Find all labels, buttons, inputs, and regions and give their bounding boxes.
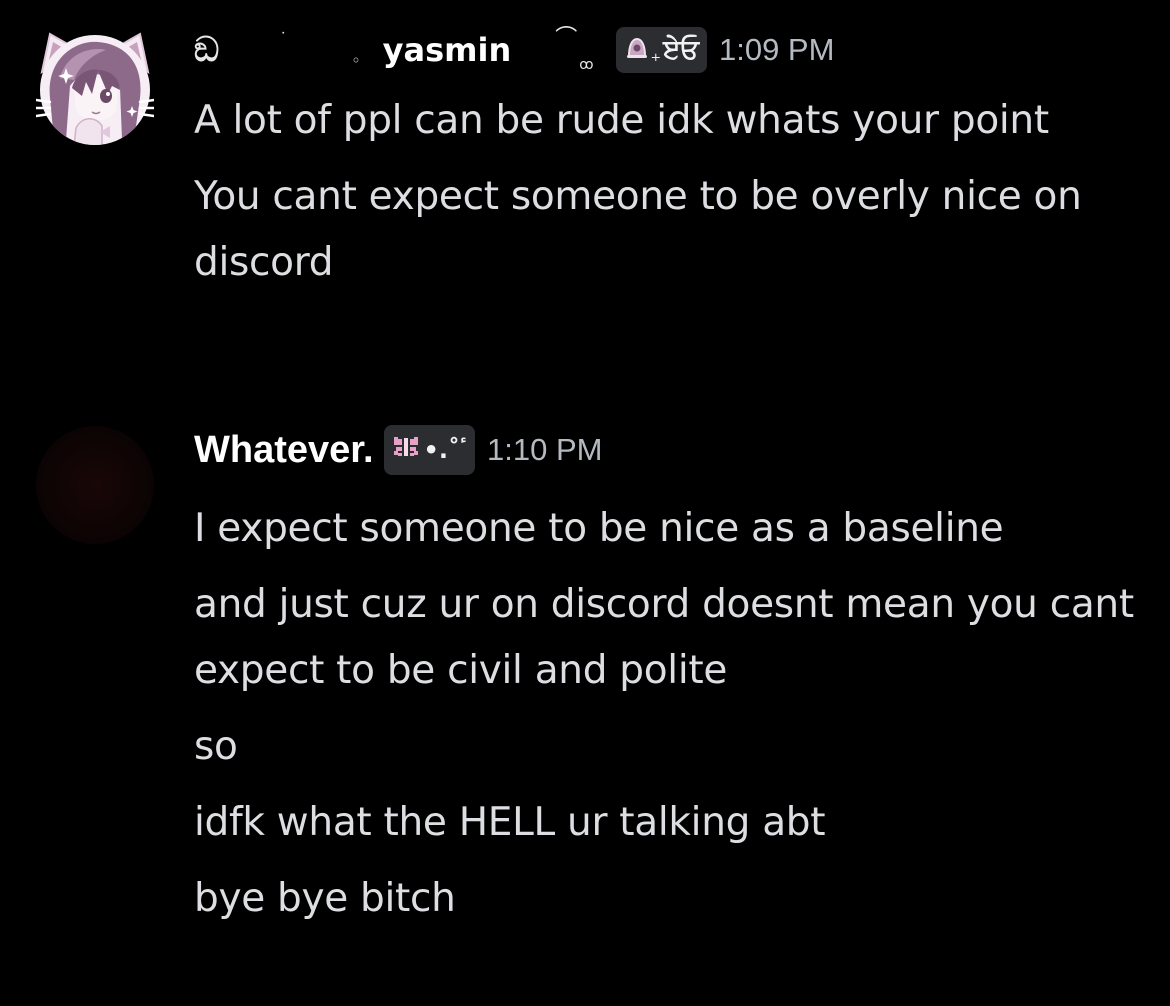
server-tag-badge[interactable]: •.˚ٴ	[383, 425, 476, 475]
username-deco-circle: ◦	[351, 50, 361, 70]
avatar[interactable]	[36, 426, 154, 544]
butterfly-icon	[392, 434, 420, 467]
message-body: I expect someone to be nice as a baselin…	[194, 496, 1144, 942]
message-header: Whatever. •.˚ٴ 1:10 PM	[194, 420, 602, 480]
username-prefix-glyph: ඞ	[194, 30, 220, 70]
timestamp[interactable]: 1:09 PM	[719, 32, 834, 68]
message-text: A lot of ppl can be rude idk whats your …	[194, 98, 1049, 143]
message-text: bye bye bitch	[194, 876, 456, 921]
deco-hook: ⌒	[555, 26, 578, 51]
message-text: idfk what the HELL ur talking abt	[194, 800, 826, 845]
avatar-image	[34, 32, 156, 145]
message-text: You cant expect someone to be overly nic…	[194, 174, 1094, 285]
deco-infinity: ꝏ	[579, 57, 594, 73]
username[interactable]: Whatever.	[194, 429, 374, 472]
tag-plus: ₊	[650, 42, 662, 66]
server-tag-badge[interactable]: ₊ ਏਓ	[615, 27, 707, 73]
username-suffix-deco: ⌒ꝏ	[555, 26, 593, 73]
server-tag-text: •.˚ٴ	[423, 436, 468, 464]
username-deco-dot: ˙	[279, 28, 288, 48]
avatar[interactable]	[34, 28, 156, 146]
message-body: A lot of ppl can be rude idk whats your …	[194, 88, 1144, 306]
bell-icon	[624, 34, 650, 67]
server-tag-text: ਏਓ	[663, 34, 699, 65]
message-text: and just cuz ur on discord doesnt mean y…	[194, 582, 1146, 693]
message-text: so	[194, 724, 238, 769]
timestamp[interactable]: 1:10 PM	[487, 432, 602, 468]
username[interactable]: yasmin	[383, 31, 512, 69]
message-header: ඞ ˙ ◦ yasmin ⌒ꝏ ₊ ਏਓ 1:09 PM	[194, 20, 834, 80]
message-text: I expect someone to be nice as a baselin…	[194, 506, 1004, 551]
